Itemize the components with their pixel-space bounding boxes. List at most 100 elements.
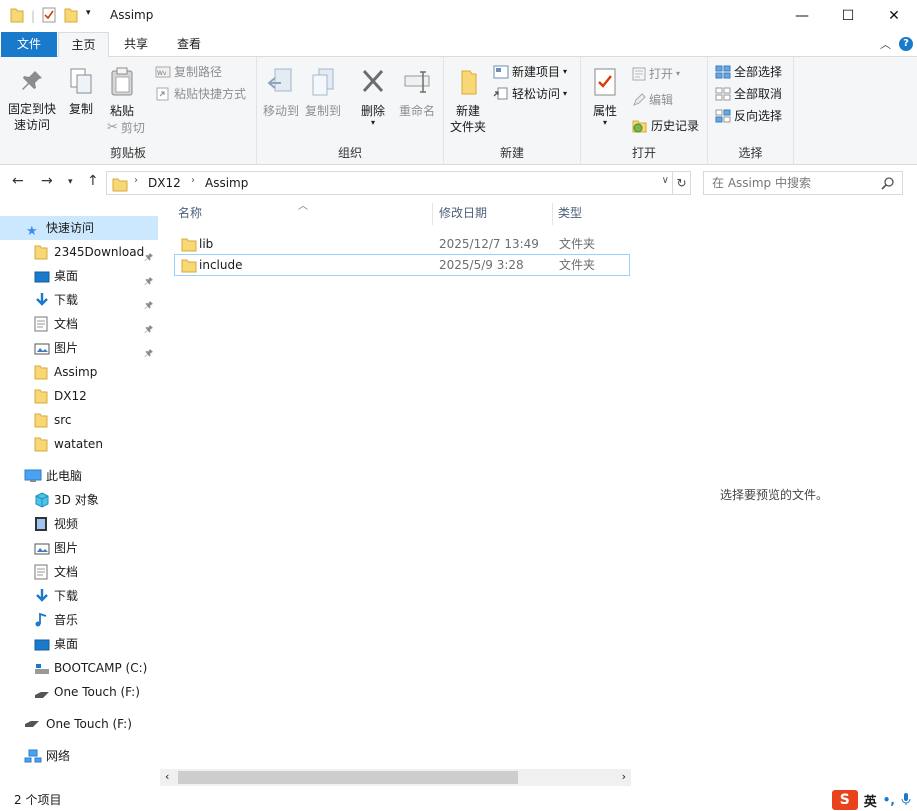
new-item-button[interactable]: 新建项目 ▾ (493, 62, 567, 82)
nav-item[interactable]: 2345Download (0, 240, 158, 264)
microphone-icon[interactable] (901, 792, 911, 809)
open-button[interactable]: 打开 ▾ (632, 64, 680, 84)
column-type-header[interactable]: 类型 (550, 197, 630, 230)
nav-item[interactable]: 下载 (0, 584, 158, 608)
invert-selection-button[interactable]: 反向选择 (715, 106, 782, 126)
nav-item[interactable]: 桌面 (0, 632, 158, 656)
column-name-header[interactable]: 名称 (170, 197, 432, 230)
search-input[interactable]: 在 Assimp 中搜索 (703, 171, 903, 195)
paste-shortcut-label: 粘贴快捷方式 (174, 87, 247, 101)
new-group-label: 新建 (499, 146, 524, 160)
file-row-include[interactable]: include 2025/5/9 3:28 文件夹 (174, 254, 630, 276)
nav-item[interactable]: 视频 (0, 512, 158, 536)
nav-item[interactable]: 图片 (0, 536, 158, 560)
nav-item[interactable]: DX12 (0, 384, 158, 408)
new-folder-label-line1: 新建 (455, 104, 480, 118)
copy-to-button[interactable]: 复制到 (303, 67, 343, 119)
nav-item[interactable]: BOOTCAMP (C:) (0, 656, 158, 680)
nav-item[interactable]: 文档 (0, 560, 158, 584)
tab-file[interactable]: 文件 (1, 32, 57, 57)
maximize-button[interactable]: ☐ (825, 0, 871, 32)
scissors-icon: ✂ (107, 120, 118, 135)
move-to-button[interactable]: 移动到 (261, 67, 301, 119)
ime-language-label[interactable]: 英 (864, 791, 877, 810)
tab-home[interactable]: 主页 (58, 32, 109, 58)
delete-button[interactable]: 删除 ▾ (353, 67, 393, 127)
nav-item-label: src (54, 413, 72, 427)
scroll-left-icon[interactable]: ‹ (165, 770, 169, 783)
refresh-icon[interactable]: ↻ (673, 171, 691, 195)
properties-label: 属性 (592, 104, 617, 118)
copy-path-button[interactable]: Wv 复制路径 (155, 62, 222, 82)
new-folder-icon[interactable] (64, 7, 78, 26)
cut-button[interactable]: ✂ 剪切 (107, 118, 145, 138)
nav-item-label: 3D 对象 (54, 493, 99, 507)
nav-item[interactable]: 文档 (0, 312, 158, 336)
clipboard-group: 固定到快 速访问 复制 粘贴 Wv 复制路径 粘贴快捷方式 ✂ 剪切 剪贴板 (0, 57, 257, 165)
ime-toolbar[interactable]: S 英 •, (831, 789, 917, 811)
help-icon[interactable]: ? (899, 37, 913, 51)
navigation-bar: ← → ▾ ↑ › DX12 › Assimp ∨ ↻ 在 Assimp 中搜索 (0, 169, 917, 197)
sogou-icon[interactable]: S (831, 790, 858, 810)
nav-item-label: 2345Download (54, 245, 145, 259)
paste-button[interactable]: 粘贴 (103, 67, 141, 119)
copy-button[interactable]: 复制 (62, 67, 100, 117)
delete-dropdown-icon[interactable]: ▾ (353, 119, 393, 127)
ime-punctuation-label[interactable]: •, (883, 793, 895, 807)
recent-locations-icon[interactable]: ▾ (68, 177, 73, 187)
nav-item[interactable]: 音乐 (0, 608, 158, 632)
open-dropdown-icon: ▾ (676, 69, 681, 78)
file-row-lib[interactable]: lib 2025/12/7 13:49 文件夹 (174, 233, 630, 255)
minimize-button[interactable]: — (779, 0, 825, 32)
nav-quick-access[interactable]: ★ 快速访问 (0, 216, 158, 240)
history-button[interactable]: 历史记录 (632, 116, 699, 136)
breadcrumb-assimp[interactable]: Assimp (205, 176, 248, 190)
pin-to-quick-access-button[interactable]: 固定到快 速访问 (4, 67, 60, 133)
nav-item[interactable]: One Touch (F:) (0, 680, 158, 704)
nav-network[interactable]: 网络 (0, 744, 158, 768)
scrollbar-thumb[interactable] (178, 771, 518, 784)
nav-item[interactable]: 下载 (0, 288, 158, 312)
select-all-button[interactable]: 全部选择 (715, 62, 782, 82)
paste-shortcut-button[interactable]: 粘贴快捷方式 (155, 84, 246, 104)
open-icon (632, 67, 646, 81)
tab-share[interactable]: 共享 (112, 32, 160, 57)
nav-this-pc[interactable]: 此电脑 (0, 464, 158, 488)
folder-icon (181, 259, 197, 273)
up-arrow-icon[interactable]: ↑ (87, 173, 99, 189)
item-count: 2 个项目 (14, 793, 62, 807)
nav-item-label: 文档 (54, 317, 79, 331)
nav-one-touch[interactable]: One Touch (F:) (0, 712, 158, 736)
address-bar[interactable]: › DX12 › Assimp ∨ (106, 171, 673, 195)
properties-icon[interactable] (42, 7, 56, 26)
properties-button[interactable]: 属性 ▾ (587, 67, 623, 127)
breadcrumb-dx12[interactable]: DX12 (148, 176, 181, 190)
horizontal-scrollbar[interactable]: ‹ › (160, 769, 631, 786)
edit-button[interactable]: 编辑 (632, 90, 673, 110)
organize-group-label: 组织 (337, 146, 362, 160)
pin-label-line2: 速访问 (13, 118, 50, 132)
nav-item[interactable]: 3D 对象 (0, 488, 158, 512)
properties-dropdown-icon[interactable]: ▾ (587, 119, 623, 127)
nav-item[interactable]: src (0, 408, 158, 432)
nav-item[interactable]: 桌面 (0, 264, 158, 288)
nav-item[interactable]: Assimp (0, 360, 158, 384)
nav-item[interactable]: 图片 (0, 336, 158, 360)
scroll-right-icon[interactable]: › (622, 770, 626, 783)
collapse-ribbon-icon[interactable]: ︿ (880, 36, 891, 52)
easy-access-button[interactable]: 轻松访问 ▾ (493, 84, 567, 104)
column-modified-header[interactable]: 修改日期 (431, 197, 551, 230)
forward-arrow-icon[interactable]: → (41, 173, 53, 189)
paste-shortcut-icon (156, 87, 169, 101)
close-button[interactable]: ✕ (871, 0, 917, 32)
tab-view[interactable]: 查看 (164, 32, 214, 57)
new-folder-button[interactable]: 新建 文件夹 (446, 67, 490, 135)
navigation-pane: ★ 快速访问 2345Download 桌面 下载 文档 图片 Assimp DX12 src… (0, 207, 160, 785)
customize-toolbar-icon[interactable]: ▾ (86, 8, 91, 18)
rename-button[interactable]: 重命名 (395, 67, 439, 119)
delete-label: 删除 (360, 104, 385, 118)
nav-item[interactable]: wataten (0, 432, 158, 456)
address-dropdown-icon[interactable]: ∨ (662, 175, 669, 186)
select-none-button[interactable]: 全部取消 (715, 84, 782, 104)
back-arrow-icon[interactable]: ← (12, 173, 24, 189)
